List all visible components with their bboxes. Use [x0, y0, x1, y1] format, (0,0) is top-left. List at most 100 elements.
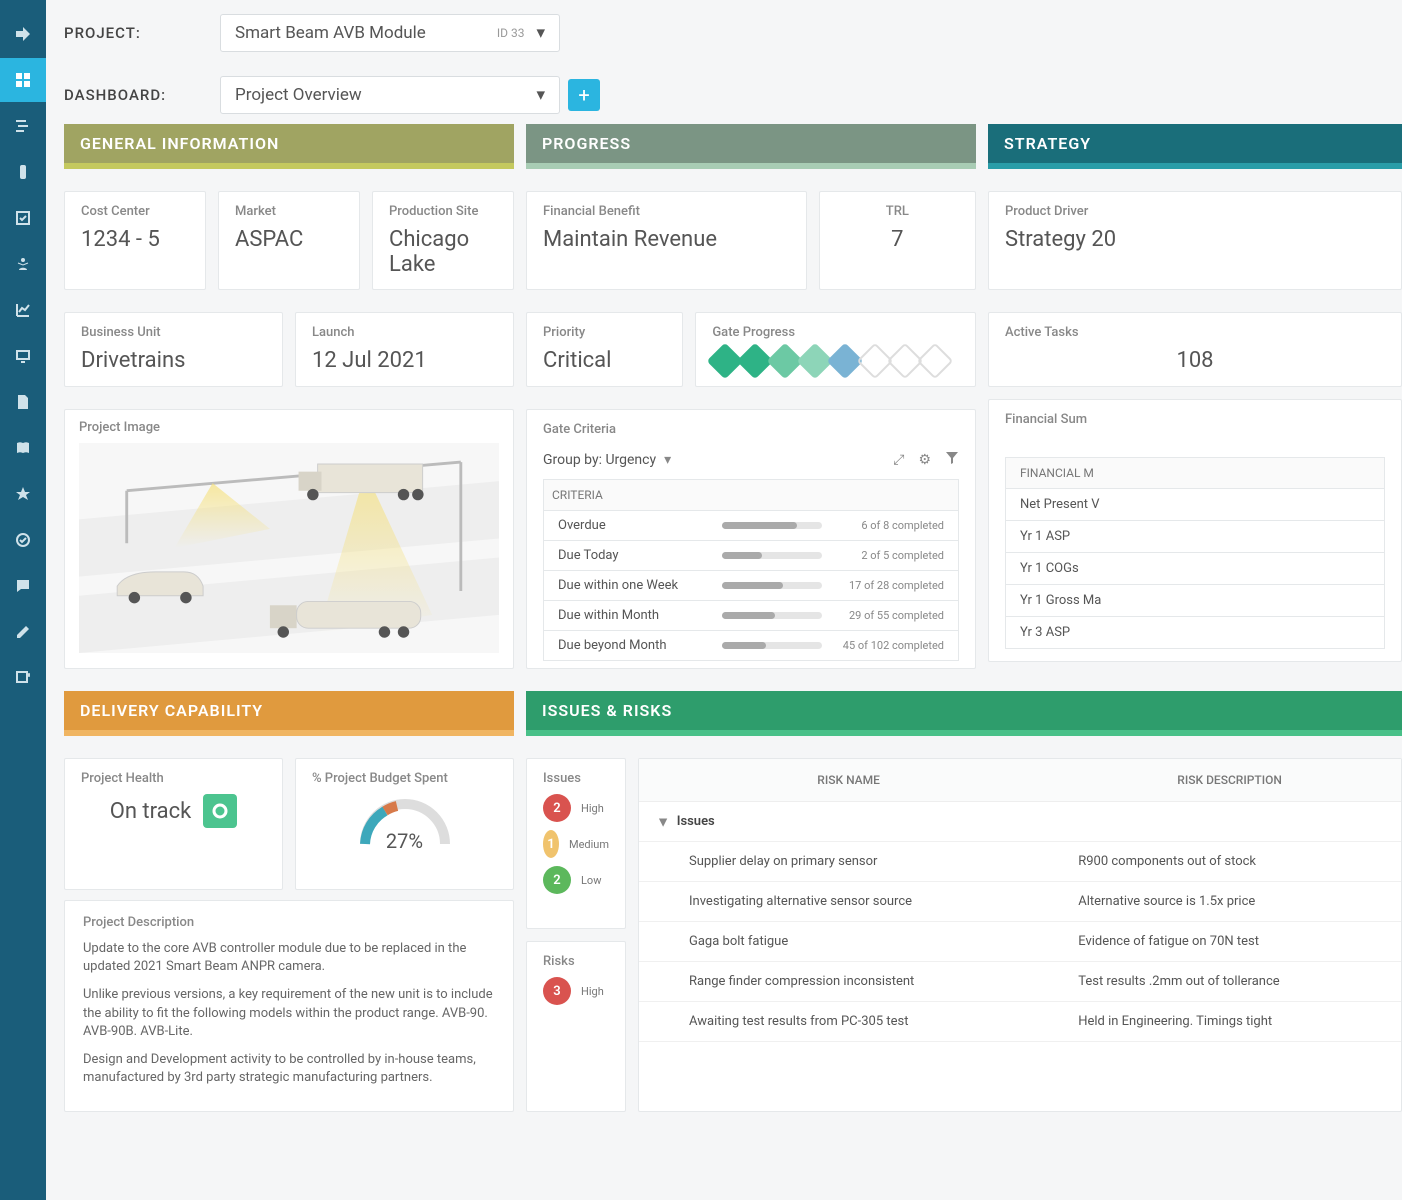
- high-label: High: [581, 802, 604, 815]
- dashboard-selector[interactable]: Project Overview ▾: [220, 76, 560, 114]
- nav-checklist-icon[interactable]: [0, 196, 46, 240]
- project-name: Smart Beam AVB Module: [235, 23, 426, 43]
- section-header-delivery: DELIVERY CAPABILITY: [64, 691, 514, 730]
- nav-check-circle-icon[interactable]: [0, 518, 46, 562]
- risk-row[interactable]: Gaga bolt fatigueEvidence of fatigue on …: [639, 922, 1401, 962]
- dashboard-label: DASHBOARD:: [64, 86, 204, 104]
- active-tasks-value: 108: [1005, 348, 1385, 373]
- risk-name-header[interactable]: RISK NAME: [639, 759, 1058, 802]
- risk-desc-cell: R900 components out of stock: [1058, 842, 1401, 882]
- market-label: Market: [235, 204, 343, 219]
- launch-label: Launch: [312, 325, 497, 340]
- fin-row[interactable]: Yr 1 COGs: [1005, 553, 1385, 585]
- issues-label: Issues: [543, 771, 609, 786]
- nav-book-icon[interactable]: [0, 426, 46, 470]
- criteria-count: 45 of 102 completed: [834, 639, 944, 652]
- business-unit-value: Drivetrains: [81, 348, 266, 373]
- cost-center-label: Cost Center: [81, 204, 189, 219]
- high-label: High: [581, 985, 604, 998]
- project-image-card: Project Image: [64, 409, 514, 669]
- criteria-progress-bar: [722, 612, 822, 619]
- expand-icon[interactable]: ⤢: [893, 452, 904, 468]
- chevron-down-icon: ▶: [657, 819, 668, 827]
- nav-monitor-icon[interactable]: [0, 334, 46, 378]
- product-driver-label: Product Driver: [1005, 204, 1385, 219]
- criteria-name: Overdue: [558, 518, 722, 533]
- criteria-row[interactable]: Due within one Week17 of 28 completed: [543, 571, 959, 601]
- nav-person-icon[interactable]: [0, 242, 46, 286]
- gate-criteria-card: Gate Criteria Group by: Urgency ⤢ ⚙ CRIT…: [526, 409, 976, 669]
- criteria-count: 17 of 28 completed: [834, 579, 944, 592]
- budget-spent-label: % Project Budget Spent: [312, 771, 497, 786]
- nav-dashboard-icon[interactable]: [0, 58, 46, 102]
- priority-label: Priority: [543, 325, 666, 340]
- criteria-progress-bar: [722, 522, 822, 529]
- risk-group-row[interactable]: ▶Issues: [639, 802, 1401, 842]
- criteria-row[interactable]: Due beyond Month 45 of 102 completed: [543, 631, 959, 661]
- chevron-down-icon: ▾: [536, 23, 545, 43]
- add-dashboard-button[interactable]: +: [568, 79, 600, 111]
- group-by-selector[interactable]: Group by: Urgency: [543, 452, 671, 468]
- fin-row[interactable]: Yr 1 ASP: [1005, 521, 1385, 553]
- risks-label: Risks: [543, 954, 609, 969]
- risk-name-cell: Range finder compression inconsistent: [639, 962, 1058, 1002]
- nav-edit-icon[interactable]: [0, 610, 46, 654]
- desc-paragraph: Design and Development activity to be co…: [83, 1051, 495, 1087]
- criteria-row[interactable]: Due within Month29 of 55 completed: [543, 601, 959, 631]
- nav-document-icon[interactable]: [0, 380, 46, 424]
- risk-row[interactable]: Awaiting test results from PC-305 testHe…: [639, 1002, 1401, 1042]
- trl-value: 7: [836, 227, 959, 252]
- gate-progress-label: Gate Progress: [712, 325, 959, 340]
- production-site-label: Production Site: [389, 204, 497, 219]
- filter-icon[interactable]: [945, 451, 959, 469]
- financial-benefit-value: Maintain Revenue: [543, 227, 790, 252]
- dashboard-name: Project Overview: [235, 85, 362, 105]
- section-header-strategy: STRATEGY: [988, 124, 1402, 163]
- criteria-name: Due beyond Month: [558, 638, 722, 653]
- criteria-row[interactable]: Due Today2 of 5 completed: [543, 541, 959, 571]
- risk-desc-header[interactable]: RISK DESCRIPTION: [1058, 759, 1401, 802]
- product-driver-value: Strategy 20: [1005, 227, 1385, 252]
- risk-desc-cell: Alternative source is 1.5x price: [1058, 882, 1401, 922]
- section-header-progress: PROGRESS: [526, 124, 976, 163]
- risk-row[interactable]: Supplier delay on primary sensorR900 com…: [639, 842, 1401, 882]
- risk-table: RISK NAME RISK DESCRIPTION ▶Issues Suppl…: [639, 759, 1401, 1042]
- nav-new-icon[interactable]: [0, 656, 46, 700]
- desc-paragraph: Update to the core AVB controller module…: [83, 940, 495, 976]
- left-nav-sidebar: [0, 0, 46, 1200]
- criteria-progress-bar: [722, 642, 822, 649]
- nav-traffic-icon[interactable]: [0, 150, 46, 194]
- launch-value: 12 Jul 2021: [312, 348, 497, 373]
- trl-label: TRL: [836, 204, 959, 219]
- fin-table-header: FINANCIAL M: [1005, 457, 1385, 489]
- risk-row[interactable]: Range finder compression inconsistentTes…: [639, 962, 1401, 1002]
- issues-medium-count: 1: [543, 830, 559, 858]
- criteria-header: CRITERIA: [543, 479, 959, 511]
- nav-chart-icon[interactable]: [0, 288, 46, 332]
- budget-pct-value: 27%: [312, 829, 497, 853]
- nav-comment-icon[interactable]: [0, 564, 46, 608]
- risk-name-cell: Investigating alternative sensor source: [639, 882, 1058, 922]
- cost-center-value: 1234 - 5: [81, 227, 189, 252]
- project-selector[interactable]: Smart Beam AVB Module ID 33 ▾: [220, 14, 560, 52]
- health-badge-icon: [203, 794, 237, 828]
- fin-row[interactable]: Net Present V: [1005, 489, 1385, 521]
- risk-desc-cell: Evidence of fatigue on 70N test: [1058, 922, 1401, 962]
- fin-row[interactable]: Yr 3 ASP: [1005, 617, 1385, 649]
- project-id: ID 33: [497, 26, 525, 40]
- fin-row[interactable]: Yr 1 Gross Ma: [1005, 585, 1385, 617]
- criteria-progress-bar: [722, 582, 822, 589]
- market-value: ASPAC: [235, 227, 343, 252]
- nav-arrow-icon[interactable]: [0, 12, 46, 56]
- criteria-progress-bar: [722, 552, 822, 559]
- gear-icon[interactable]: ⚙: [918, 452, 931, 468]
- criteria-row[interactable]: Overdue6 of 8 completed: [543, 511, 959, 541]
- project-health-label: Project Health: [81, 771, 266, 786]
- nav-star-icon[interactable]: [0, 472, 46, 516]
- nav-gantt-icon[interactable]: [0, 104, 46, 148]
- medium-label: Medium: [569, 838, 609, 851]
- project-health-value: On track: [110, 799, 192, 824]
- risk-name-cell: Gaga bolt fatigue: [639, 922, 1058, 962]
- risk-row[interactable]: Investigating alternative sensor sourceA…: [639, 882, 1401, 922]
- issues-high-count: 2: [543, 794, 571, 822]
